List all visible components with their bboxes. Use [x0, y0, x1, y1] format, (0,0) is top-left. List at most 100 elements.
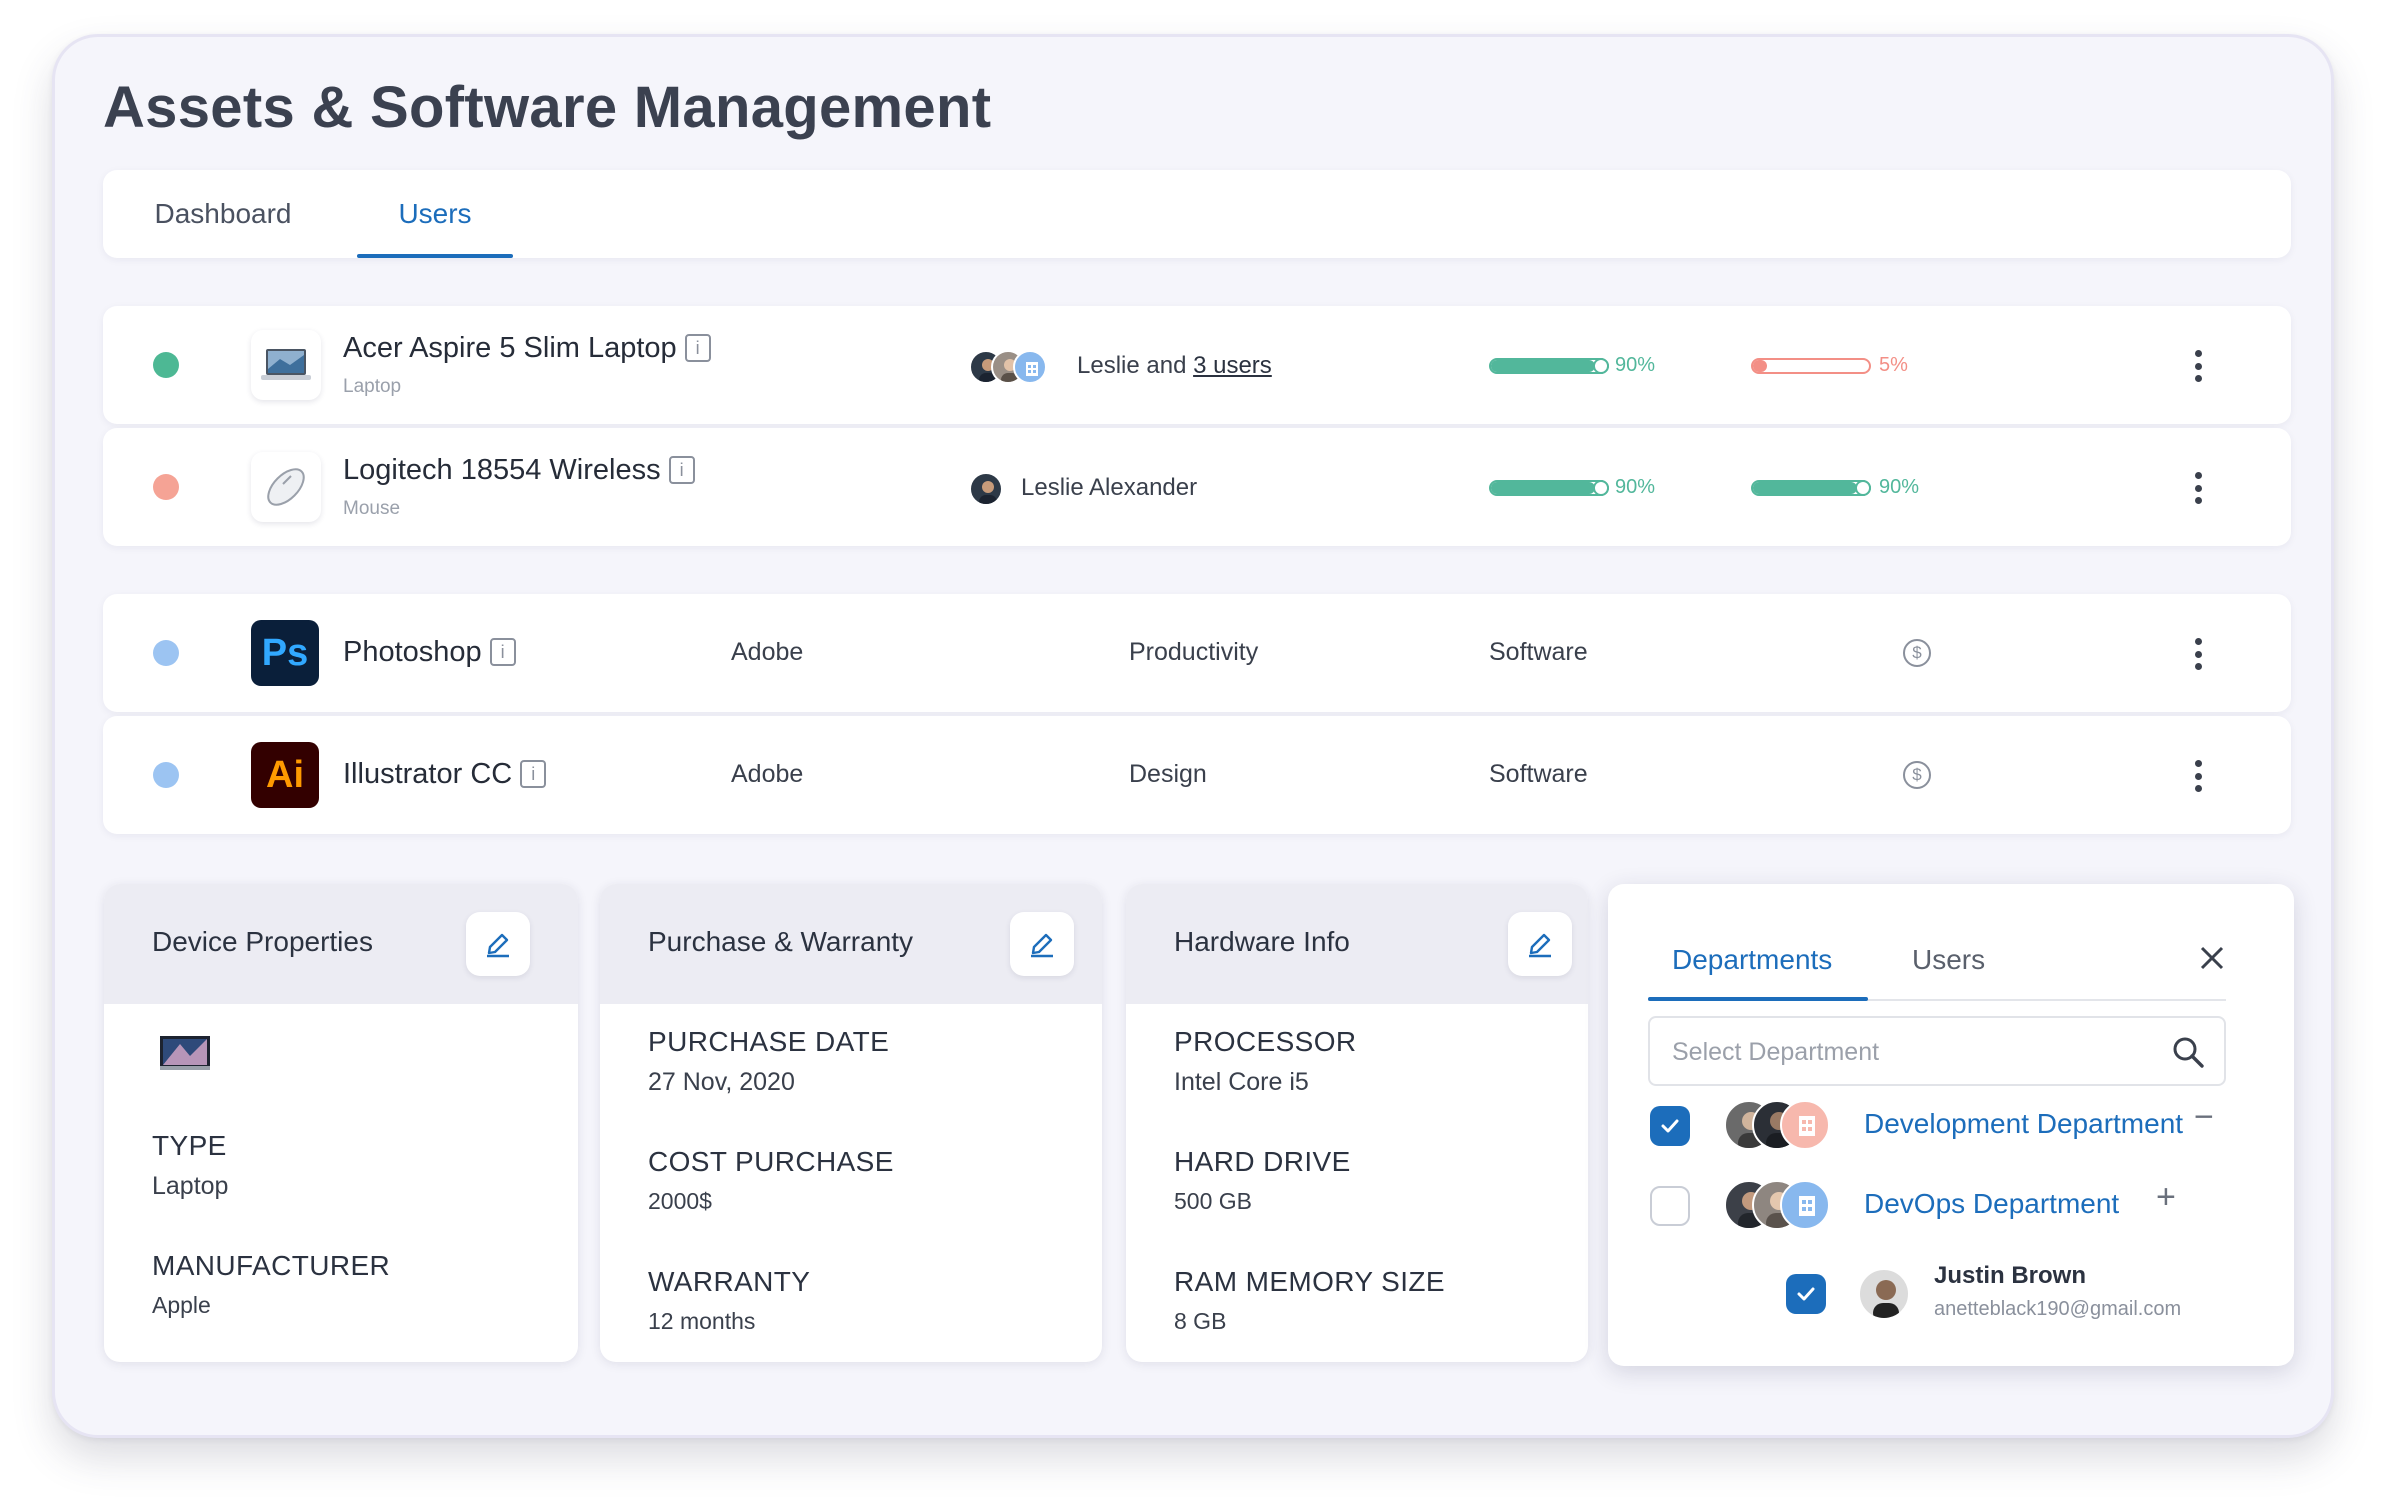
more-options-icon[interactable] — [2185, 344, 2211, 388]
asset-type: Laptop — [343, 376, 402, 397]
progress-bar — [1751, 480, 1871, 496]
avatar — [1858, 1268, 1910, 1320]
tab-departments[interactable]: Departments — [1672, 944, 1832, 976]
warranty-label: WARRANTY — [648, 1266, 811, 1297]
progress-bar — [1751, 358, 1871, 374]
table-row[interactable]: Ps Photoshop i Adobe Productivity Softwar… — [103, 594, 2291, 712]
info-icon[interactable]: i — [520, 760, 547, 788]
info-icon[interactable]: i — [684, 334, 711, 362]
device-properties-card: Device Properties TYPE Laptop MANUFACTUR… — [104, 884, 578, 1362]
edit-button[interactable] — [1010, 912, 1074, 976]
user-name: Justin Brown — [1934, 1262, 2087, 1289]
tab-users[interactable]: Users — [357, 170, 513, 258]
card-title: Purchase & Warranty — [648, 926, 914, 957]
status-dot — [153, 762, 179, 788]
department-avatars — [1724, 1100, 1834, 1152]
asset-type: Mouse — [343, 498, 401, 519]
category: Design — [1129, 760, 1207, 788]
building-icon — [1780, 1180, 1830, 1230]
edit-button[interactable] — [466, 912, 530, 976]
manufacturer-value: Apple — [152, 1292, 211, 1318]
user-name: Leslie Alexander — [1021, 474, 1198, 501]
department-name[interactable]: Development Department — [1864, 1108, 2183, 1140]
asset-name: Acer Aspire 5 Slim Laptop — [343, 332, 677, 364]
pencil-icon — [1031, 933, 1053, 958]
more-options-icon[interactable] — [2185, 632, 2211, 676]
illustrator-logo-icon: Ai — [251, 742, 319, 808]
dollar-icon: $ — [1903, 761, 1931, 789]
user-checkbox[interactable] — [1786, 1274, 1826, 1314]
progress-label: 90% — [1879, 476, 1920, 498]
software-name: Illustrator CC — [343, 758, 513, 790]
manufacturer-label: MANUFACTURER — [152, 1250, 391, 1281]
table-row[interactable]: Acer Aspire 5 Slim Laptop i Laptop Leslie… — [103, 306, 2291, 424]
more-options-icon[interactable] — [2185, 466, 2211, 510]
cost-label: COST PURCHASE — [648, 1146, 894, 1177]
status-dot — [153, 352, 179, 378]
building-icon — [1780, 1100, 1830, 1150]
processor-label: PROCESSOR — [1174, 1026, 1357, 1057]
collapse-minus-icon[interactable]: − — [2194, 1098, 2214, 1137]
status-dot — [153, 474, 179, 500]
progress-label: 5% — [1879, 354, 1908, 376]
user-email: anetteblack190@gmail.com — [1934, 1298, 2182, 1320]
dollar-icon: $ — [1903, 639, 1931, 667]
table-row[interactable]: Logitech 18554 Wireless i Mouse Leslie Al… — [103, 428, 2291, 546]
card-title: Device Properties — [152, 926, 373, 957]
status-dot — [153, 640, 179, 666]
avatar — [969, 472, 1003, 506]
vendor: Adobe — [731, 638, 804, 666]
device-thumbnail-icon — [160, 1036, 210, 1075]
users-link[interactable]: 3 users — [1193, 352, 1272, 379]
main-tabs: Dashboard Users — [103, 170, 2291, 258]
table-row[interactable]: Ai Illustrator CC i Adobe Design Software… — [103, 716, 2291, 834]
department-name[interactable]: DevOps Department — [1864, 1188, 2119, 1220]
info-icon[interactable]: i — [489, 638, 516, 666]
department-avatars — [1724, 1180, 1834, 1232]
check-icon — [1797, 1287, 1815, 1301]
cost-value: 2000$ — [648, 1188, 712, 1214]
category: Productivity — [1129, 638, 1259, 666]
ram-value: 8 GB — [1174, 1308, 1227, 1334]
info-icon[interactable]: i — [668, 456, 695, 484]
progress-label: 90% — [1615, 354, 1656, 376]
progress-bar — [1489, 480, 1609, 496]
warranty-value: 12 months — [648, 1308, 756, 1334]
department-search-input[interactable]: Select Department — [1648, 1016, 2226, 1086]
progress-label: 90% — [1615, 476, 1656, 498]
tab-users[interactable]: Users — [1912, 944, 1985, 976]
drive-value: 500 GB — [1174, 1188, 1252, 1214]
more-options-icon[interactable] — [2185, 754, 2211, 798]
progress-bar — [1489, 358, 1609, 374]
tab-dashboard[interactable]: Dashboard — [141, 170, 305, 258]
mouse-icon — [251, 452, 321, 522]
pencil-icon — [1529, 933, 1551, 958]
page-title: Assets & Software Management — [103, 75, 992, 140]
drive-label: HARD DRIVE — [1174, 1146, 1351, 1177]
close-icon[interactable] — [2194, 940, 2230, 976]
department-checkbox[interactable] — [1650, 1186, 1690, 1226]
photoshop-logo-icon: Ps — [251, 620, 319, 686]
building-icon — [1013, 350, 1047, 384]
pencil-icon — [487, 933, 509, 958]
card-title: Hardware Info — [1174, 926, 1350, 957]
kind: Software — [1489, 760, 1588, 788]
software-name: Photoshop — [343, 636, 482, 668]
edit-button[interactable] — [1508, 912, 1572, 976]
departments-panel: Departments Users Select Department Deve… — [1608, 884, 2294, 1366]
check-icon — [1661, 1119, 1679, 1133]
laptop-icon — [251, 330, 321, 400]
expand-plus-icon[interactable]: + — [2156, 1178, 2176, 1217]
vendor: Adobe — [731, 760, 804, 788]
processor-value: Intel Core i5 — [1174, 1068, 1309, 1096]
hardware-info-card: Hardware Info PROCESSOR Intel Core i5 HA… — [1126, 884, 1588, 1362]
search-icon[interactable] — [2170, 1034, 2206, 1070]
department-checkbox[interactable] — [1650, 1106, 1690, 1146]
type-label: TYPE — [152, 1130, 227, 1161]
purchase-date-label: PURCHASE DATE — [648, 1026, 890, 1057]
ram-label: RAM MEMORY SIZE — [1174, 1266, 1446, 1297]
search-placeholder: Select Department — [1672, 1038, 1880, 1066]
purchase-warranty-card: Purchase & Warranty PURCHASE DATE 27 Nov… — [600, 884, 1102, 1362]
kind: Software — [1489, 638, 1588, 666]
users-lead: Leslie and — [1077, 352, 1194, 379]
